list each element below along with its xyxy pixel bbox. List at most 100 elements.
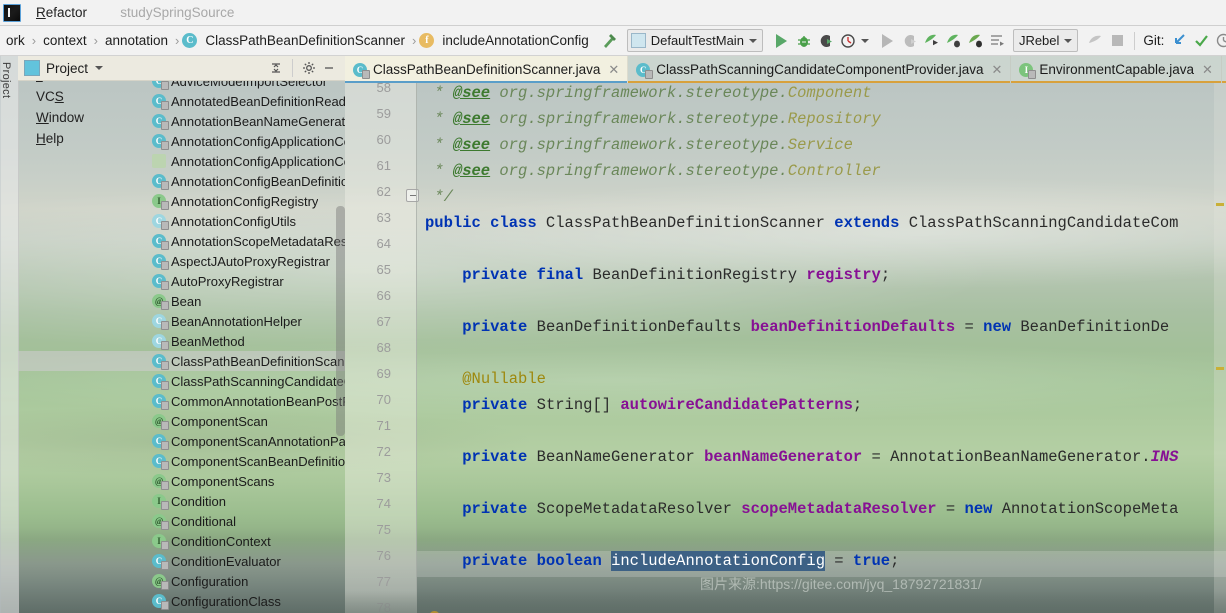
coverage-dim-button[interactable] — [899, 30, 921, 52]
breadcrumb-item-context[interactable]: context — [39, 31, 91, 50]
vcs-commit-button[interactable] — [1190, 30, 1212, 52]
vcs-update-button[interactable] — [1168, 30, 1190, 52]
tree-item-label: AnnotationConfigApplicationContext — [171, 133, 345, 149]
minimize-icon[interactable] — [319, 58, 339, 78]
annotation-icon: @ — [152, 574, 169, 590]
editor-tab-Resource[interactable]: IResource — [1221, 56, 1226, 83]
tree-item-label: AnnotationBeanNameGenerator — [171, 113, 345, 129]
tree-item-ClassPathScanningCandidateComponentProvider[interactable]: CClassPathScanningCandidateComponentProv… — [18, 371, 345, 391]
tree-item-AspectJAutoProxyRegistrar[interactable]: C AspectJAutoProxyRegistrar — [18, 251, 345, 271]
tree-item-ComponentScanAnnotationParser[interactable]: CComponentScanAnnotationParser — [18, 431, 345, 451]
breadcrumb-separator: › — [93, 33, 98, 48]
code-line-72: private BeanNameGenerator beanNameGenera… — [425, 444, 1178, 470]
editor-gutter[interactable]: 58 59 60 61 62 63 64 65 66 67 68 69 70 71 72 73 74 75 76 77… — [345, 83, 419, 613]
code-token: @see — [452, 136, 491, 154]
breadcrumb-separator: › — [31, 33, 37, 48]
make-project-icon[interactable] — [599, 30, 621, 52]
editor-tab-ClassPathScanningCandidateComponentProvider-java[interactable]: C ClassPathScanningCandidateComponentProv… — [628, 56, 1012, 83]
jrebel-profile-button[interactable] — [965, 30, 987, 52]
jrebel-profile-icon — [969, 34, 983, 48]
coverage-dim-icon — [904, 34, 916, 47]
jrebel-run-button[interactable] — [921, 30, 943, 52]
line-number: 75 — [376, 522, 391, 537]
tree-item-ConditionContext[interactable]: I ConditionContext — [18, 531, 345, 551]
tree-item-AnnotationConfigRegistry[interactable]: I AnnotationConfigRegistry — [18, 191, 345, 211]
tree-item-AnnotationConfigApplicationContext[interactable]: AnnotationConfigApplicationContext — [18, 151, 345, 171]
run-with-coverage-button[interactable] — [815, 30, 837, 52]
tree-item-AnnotationConfigApplicationContext[interactable]: CAnnotationConfigApplicationContext — [18, 131, 345, 151]
tree-item-ConditionEvaluator[interactable]: C ConditionEvaluator — [18, 551, 345, 571]
tree-item-label: Condition — [171, 493, 226, 509]
line-number: 58 — [376, 83, 391, 95]
run-configuration-selector[interactable]: DefaultTestMain — [626, 29, 763, 52]
editor-tab-ClassPathBeanDefinitionScanner-java[interactable]: C ClassPathBeanDefinitionScanner.java ✕ — [345, 56, 629, 83]
profile-dropdown[interactable] — [859, 30, 871, 52]
attach-debugger-button[interactable] — [1084, 30, 1106, 52]
run-configuration-icon — [630, 33, 646, 48]
breadcrumb-item-ork[interactable]: ork — [2, 31, 29, 50]
debug-button[interactable] — [793, 30, 815, 52]
tree-item-Configuration[interactable]: @ Configuration — [18, 571, 345, 591]
left-tool-window-strip[interactable]: Project — [0, 56, 19, 613]
line-number: 59 — [376, 106, 391, 121]
tree-item-AnnotatedBeanDefinitionReader[interactable]: C AnnotatedBeanDefinitionReader — [18, 91, 345, 111]
stop-button[interactable] — [1106, 30, 1128, 52]
code-editor[interactable]: 58 59 60 61 62 63 64 65 66 67 68 69 70 71 72 73 74 75 76 77… — [345, 83, 1226, 613]
gear-icon[interactable] — [299, 58, 319, 78]
code-text[interactable]: * @see org.springframework.stereotype.Co… — [417, 83, 1226, 613]
jrebel-console-button[interactable] — [987, 30, 1009, 52]
run-button[interactable] — [771, 30, 793, 52]
code-token: = — [955, 318, 984, 336]
profile-button[interactable] — [837, 30, 859, 52]
tree-item-ConfigurationClass[interactable]: C ConfigurationClass — [18, 591, 345, 611]
tree-item-label: AnnotationScopeMetadataResolver — [171, 233, 345, 249]
tree-item-AdviceModeImportSelector[interactable]: C AdviceModeImportSelector — [18, 81, 345, 91]
editor-error-stripe[interactable] — [1214, 83, 1226, 613]
jrebel-debug-button[interactable] — [943, 30, 965, 52]
code-token: BeanNameGenerator — [527, 448, 705, 466]
line-number: 76 — [376, 548, 391, 563]
tree-item-BeanAnnotationHelper[interactable]: C BeanAnnotationHelper — [18, 311, 345, 331]
tree-item-ComponentScanBeanDefinitionParser[interactable]: CComponentScanBeanDefinitionParser — [18, 451, 345, 471]
tree-item-ComponentScans[interactable]: @ ComponentScans — [18, 471, 345, 491]
collapse-all-icon[interactable] — [266, 58, 286, 78]
tree-item-AnnotationBeanNameGenerator[interactable]: C AnnotationBeanNameGenerator — [18, 111, 345, 131]
breadcrumb-item-classpathbeandefinitionscanner[interactable]: C ClassPathBeanDefinitionScanner — [182, 31, 409, 50]
editor-tab-EnvironmentCapable-java[interactable]: I EnvironmentCapable.java ✕ — [1011, 56, 1222, 83]
tree-item-AutoProxyRegistrar[interactable]: C AutoProxyRegistrar — [18, 271, 345, 291]
tree-item-BeanMethod[interactable]: C BeanMethod — [18, 331, 345, 351]
close-icon[interactable]: ✕ — [1202, 62, 1213, 78]
tree-item-CommonAnnotationBeanPostProcessor[interactable]: CCommonAnnotationBeanPostProcessor — [18, 391, 345, 411]
class-icon: C — [636, 62, 654, 79]
tree-item-AnnotationScopeMetadataResolver[interactable]: CAnnotationScopeMetadataResolver — [18, 231, 345, 251]
breadcrumb-item-includeannotationconfig[interactable]: f includeAnnotationConfig — [419, 31, 592, 50]
tree-item-label: AdviceModeImportSelector — [171, 81, 328, 89]
code-token: ; — [880, 266, 891, 284]
close-icon[interactable]: ✕ — [992, 62, 1003, 78]
rerun-button[interactable] — [877, 30, 899, 52]
selected-identifier: includeAnnotationConfig — [611, 551, 825, 571]
project-tree[interactable]: C AdviceModeImportSelector C AnnotatedBeanD… — [18, 81, 345, 613]
code-token: autowireCandidatePatterns — [620, 396, 853, 414]
code-token: INS — [1150, 448, 1179, 466]
project-tree-scrollbar[interactable] — [336, 206, 345, 436]
chevron-down-icon[interactable] — [95, 66, 104, 70]
menu-item-refactor[interactable]: Refactor — [27, 2, 98, 23]
jrebel-selector[interactable]: JRebel — [1012, 29, 1079, 52]
tree-item-ClassPathBeanDefinitionScanner[interactable]: C ClassPathBeanDefinitionScanner — [18, 351, 345, 371]
tree-item-Condition[interactable]: I Condition — [18, 491, 345, 511]
tool-tab-project[interactable]: Project — [0, 62, 12, 98]
tree-item-AnnotationConfigUtils[interactable]: C AnnotationConfigUtils — [18, 211, 345, 231]
vcs-history-button[interactable] — [1212, 30, 1226, 52]
class-icon: C — [152, 174, 169, 190]
breadcrumb-item-annotation[interactable]: annotation — [101, 31, 172, 50]
tree-item-ComponentScan[interactable]: @ ComponentScan — [18, 411, 345, 431]
tree-item-label: AnnotationConfigApplicationContext — [171, 153, 345, 169]
tree-item-Conditional[interactable]: @ Conditional — [18, 511, 345, 531]
chevron-down-icon — [748, 38, 757, 43]
close-icon[interactable]: ✕ — [608, 62, 619, 78]
tree-item-AnnotationConfigBeanDefinitionParser[interactable]: CAnnotationConfigBeanDefinitionParser — [18, 171, 345, 191]
tree-item-Bean[interactable]: @ Bean — [18, 291, 345, 311]
code-token: ; — [852, 396, 863, 414]
